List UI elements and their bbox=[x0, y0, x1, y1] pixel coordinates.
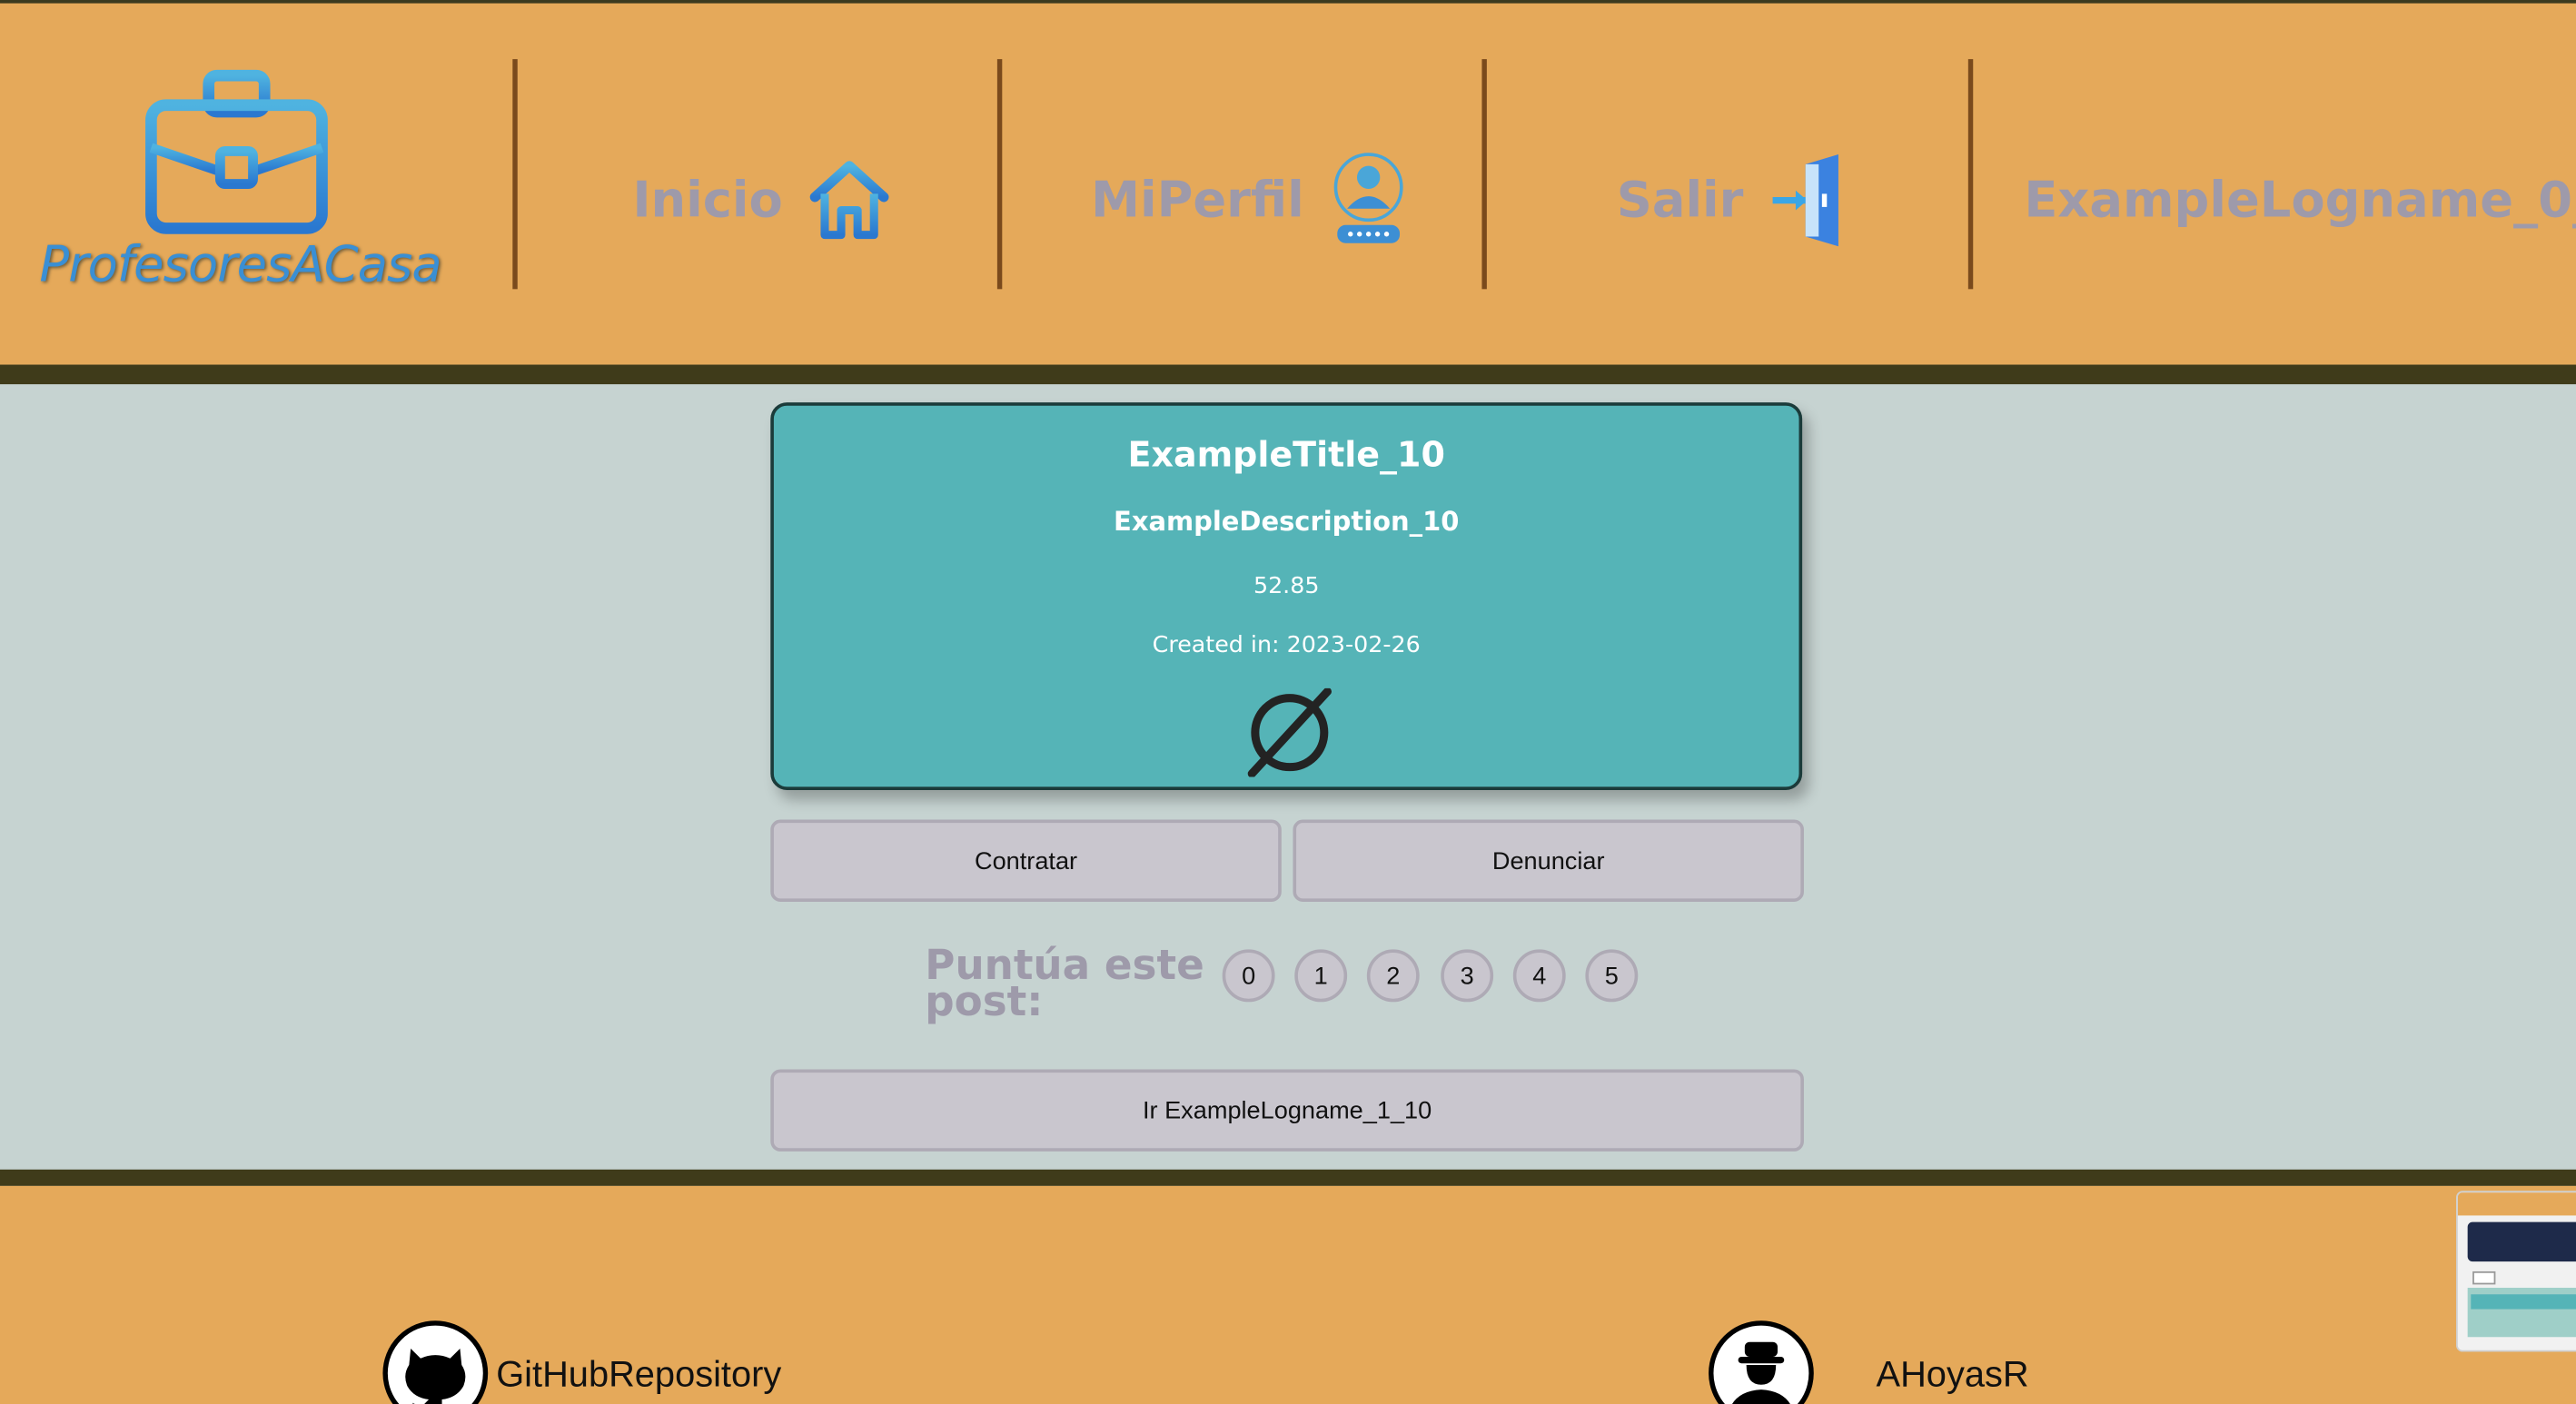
go-to-author-button[interactable]: Ir ExampleLogname_1_10 bbox=[770, 1069, 1804, 1152]
rating-option-3[interactable]: 3 bbox=[1441, 949, 1494, 1003]
post-card: ExampleTitle_10 ExampleDescription_10 52… bbox=[770, 402, 1803, 790]
footer-band bbox=[0, 1169, 2576, 1186]
rating-option-5[interactable]: 5 bbox=[1585, 949, 1639, 1003]
person-icon bbox=[1732, 1341, 1790, 1404]
rating-option-2[interactable]: 2 bbox=[1366, 949, 1420, 1003]
nav-divider bbox=[1967, 59, 1974, 290]
nav-inicio[interactable]: Inicio bbox=[632, 151, 891, 250]
user-profile-icon bbox=[1333, 153, 1403, 243]
github-repository-link[interactable]: GitHubRepository bbox=[496, 1353, 781, 1396]
nav-miperfil[interactable]: MiPerfil bbox=[1091, 151, 1406, 250]
nav-divider bbox=[996, 59, 1003, 290]
nav-username-label: ExampleLogname_0_0 bbox=[2024, 172, 2576, 230]
nav-username[interactable]: ExampleLogname_0_0 bbox=[2024, 151, 2576, 250]
post-title: ExampleTitle_10 bbox=[1127, 435, 1445, 475]
nav-divider bbox=[1481, 59, 1487, 290]
author-link[interactable]: AHoyasR bbox=[1877, 1353, 2029, 1396]
post-description: ExampleDescription_10 bbox=[1114, 506, 1460, 538]
rating-option-4[interactable]: 4 bbox=[1512, 949, 1566, 1003]
rating-label: Puntúa este post: bbox=[925, 941, 1204, 1025]
hire-button[interactable]: Contratar bbox=[770, 819, 1282, 902]
logo-text[interactable]: ProfesoresACasa bbox=[39, 236, 441, 293]
site-header: ProfesoresACasa Inicio MiPerfil Salir Ex… bbox=[0, 0, 2576, 365]
nav-inicio-label: Inicio bbox=[632, 172, 783, 230]
nav-divider bbox=[512, 59, 518, 290]
page-preview-thumbnail[interactable] bbox=[2456, 1191, 2576, 1352]
rating-option-1[interactable]: 1 bbox=[1294, 949, 1348, 1003]
nav-miperfil-label: MiPerfil bbox=[1090, 172, 1304, 230]
exit-door-icon bbox=[1772, 154, 1839, 247]
rating-option-0[interactable]: 0 bbox=[1222, 949, 1275, 1003]
house-icon bbox=[810, 161, 890, 240]
empty-set-icon bbox=[1247, 687, 1332, 777]
nav-salir-label: Salir bbox=[1616, 172, 1744, 230]
report-button[interactable]: Denunciar bbox=[1293, 819, 1804, 902]
header-band bbox=[0, 364, 2576, 385]
github-octocat-icon bbox=[405, 1348, 466, 1404]
post-created-date: Created in: 2023-02-26 bbox=[1152, 632, 1421, 659]
nav-salir[interactable]: Salir bbox=[1617, 151, 1846, 250]
post-price: 52.85 bbox=[1253, 573, 1320, 600]
